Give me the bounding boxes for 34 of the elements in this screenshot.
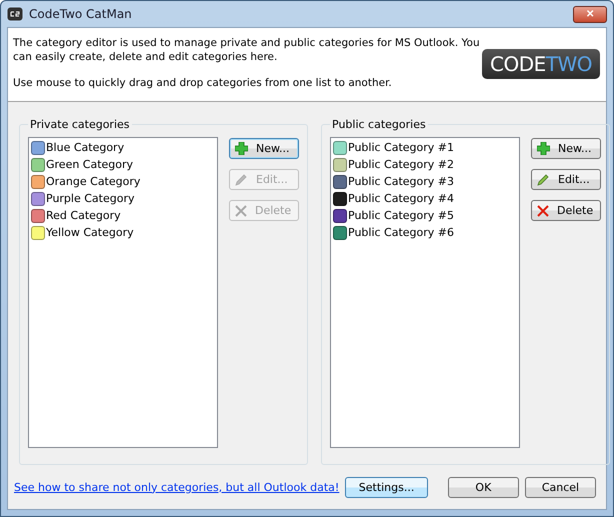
category-item[interactable]: Purple Category xyxy=(46,192,134,205)
window-title: CodeTwo CatMan xyxy=(29,7,132,21)
logo-accent-text: TWO xyxy=(546,52,592,76)
group-title: Public categories xyxy=(331,118,427,131)
dialog-button[interactable]: OK xyxy=(448,476,519,498)
category-item[interactable]: Green Category xyxy=(46,158,134,171)
dialog-button[interactable]: Settings... xyxy=(345,476,428,498)
category-item[interactable]: Yellow Category xyxy=(46,226,134,239)
hint-text: Use mouse to quickly drag and drop categories from one list to another. xyxy=(13,76,393,90)
logo-text: CODE xyxy=(490,52,546,76)
category-item[interactable]: Orange Category xyxy=(46,175,140,188)
cross-icon xyxy=(235,204,247,216)
cross-icon xyxy=(537,204,549,216)
plus-icon xyxy=(537,142,550,155)
share-link[interactable]: See how to share not only categories, but all Outlook data! xyxy=(14,480,340,494)
category-item[interactable]: Public Category #2 xyxy=(348,158,454,171)
new-button[interactable]: New... xyxy=(229,138,299,159)
dialog-button[interactable]: Cancel xyxy=(524,476,596,498)
category-item[interactable]: Blue Category xyxy=(46,141,124,154)
category-item[interactable]: Public Category #6 xyxy=(348,226,454,239)
edit-button[interactable]: Edit... xyxy=(531,169,601,190)
description-text: The category editor is used to manage private and public categories for MS Outlook. You can easily create, delete and edit categories here. xyxy=(13,36,481,64)
category-item[interactable]: Red Category xyxy=(46,209,121,222)
pencil-icon xyxy=(537,173,550,186)
category-item[interactable]: Public Category #3 xyxy=(348,175,454,188)
plus-icon xyxy=(235,142,248,155)
category-item[interactable]: Public Category #4 xyxy=(348,192,454,205)
delete-button[interactable]: Delete xyxy=(531,200,601,221)
group-title: Private categories xyxy=(29,118,131,131)
category-item[interactable]: Public Category #5 xyxy=(348,209,454,222)
pencil-icon xyxy=(235,173,248,186)
app-icon xyxy=(7,7,23,21)
new-button[interactable]: New... xyxy=(531,138,601,159)
category-item[interactable]: Public Category #1 xyxy=(348,141,454,154)
